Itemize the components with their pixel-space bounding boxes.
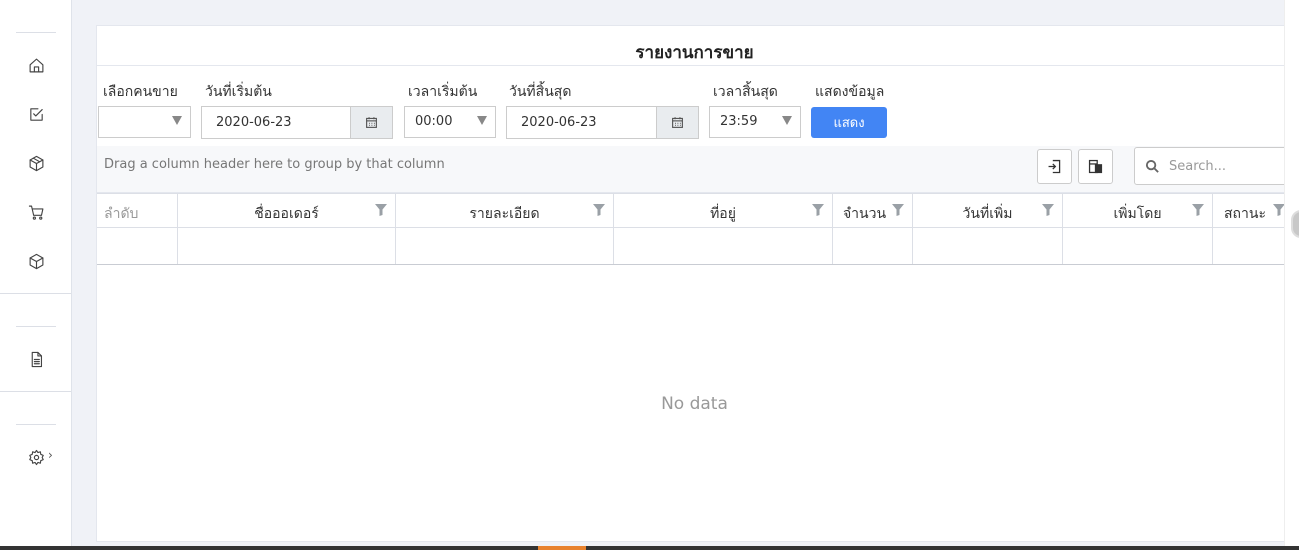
home-icon[interactable] — [26, 55, 46, 75]
scroll-handle[interactable] — [1291, 210, 1299, 238]
filter-icon[interactable] — [891, 203, 905, 217]
filter-icon[interactable] — [811, 203, 825, 217]
title-row: รายงานการขาย — [97, 26, 1292, 66]
show-data-label: แสดงข้อมูล — [815, 84, 885, 100]
settings-icon[interactable] — [26, 447, 46, 467]
start-time-select[interactable]: 00:00 — [404, 106, 496, 138]
seller-select[interactable] — [98, 106, 191, 138]
document-icon[interactable] — [26, 349, 46, 369]
checklist-icon[interactable] — [26, 104, 46, 124]
dropdown-arrow-icon — [477, 116, 487, 125]
column-chooser-button[interactable] — [1078, 149, 1113, 184]
taskbar — [0, 546, 1299, 550]
filter-icon[interactable] — [374, 203, 388, 217]
seller-label: เลือกคนขาย — [103, 84, 178, 100]
filter-row — [97, 228, 1292, 265]
dropdown-arrow-icon — [172, 116, 182, 125]
page-title: รายงานการขาย — [635, 43, 754, 63]
end-time-select[interactable]: 23:59 — [709, 106, 801, 138]
box-icon[interactable] — [26, 153, 46, 173]
table-header: ลำดับ ชื่อออเดอร์ รายละเอียด ที่อยู่ จำน… — [97, 193, 1292, 228]
filter-cell[interactable] — [396, 228, 614, 264]
column-header-order-name[interactable]: ชื่อออเดอร์ — [178, 194, 396, 228]
group-panel-hint: Drag a column header here to group by th… — [104, 157, 445, 172]
filter-icon[interactable] — [1191, 203, 1205, 217]
sidebar-divider — [0, 391, 71, 392]
export-button[interactable] — [1037, 149, 1072, 184]
no-data-message: No data — [661, 394, 728, 414]
filter-icon[interactable] — [592, 203, 606, 217]
column-chooser-icon — [1088, 159, 1103, 174]
cart-icon[interactable] — [26, 202, 46, 222]
dropdown-arrow-icon — [782, 116, 792, 125]
search-icon — [1145, 159, 1159, 173]
grid-search[interactable] — [1134, 147, 1293, 185]
sidebar-divider — [16, 32, 56, 33]
sales-report-panel: รายงานการขาย เลือกคนขาย วันที่เริ่มต้น เ… — [96, 25, 1293, 542]
end-time-label: เวลาสิ้นสุด — [713, 84, 778, 100]
start-date-input[interactable]: 2020-06-23 — [201, 106, 393, 139]
end-date-input[interactable]: 2020-06-23 — [506, 106, 699, 139]
package-icon[interactable] — [26, 251, 46, 271]
start-date-label: วันที่เริ่มต้น — [205, 84, 272, 100]
filter-cell[interactable] — [97, 228, 178, 264]
filter-icon[interactable] — [1041, 203, 1055, 217]
sidebar-divider — [0, 293, 71, 294]
taskbar-active-indicator — [538, 546, 586, 550]
column-header-quantity[interactable]: จำนวน — [833, 194, 913, 228]
chevron-right-icon[interactable]: › — [48, 448, 53, 462]
filter-cell[interactable] — [913, 228, 1063, 264]
filter-cell[interactable] — [178, 228, 396, 264]
sidebar-divider — [16, 326, 56, 327]
start-time-label: เวลาเริ่มต้น — [408, 84, 478, 100]
calendar-icon[interactable] — [656, 107, 698, 138]
calendar-icon[interactable] — [350, 107, 392, 138]
column-header-index[interactable]: ลำดับ — [97, 194, 178, 228]
column-header-address[interactable]: ที่อยู่ — [614, 194, 833, 228]
export-icon — [1048, 159, 1061, 174]
filter-cell[interactable] — [1063, 228, 1213, 264]
column-header-details[interactable]: รายละเอียด — [396, 194, 614, 228]
filter-cell[interactable] — [833, 228, 913, 264]
column-header-status[interactable]: สถานะ — [1213, 194, 1293, 228]
right-edge-panel — [1284, 0, 1299, 550]
sidebar-divider — [16, 424, 56, 425]
show-button[interactable]: แสดง — [811, 107, 887, 138]
sidebar: › — [0, 0, 72, 550]
end-date-label: วันที่สิ้นสุด — [509, 84, 572, 100]
column-header-date-added[interactable]: วันที่เพิ่ม — [913, 194, 1063, 228]
filter-cell[interactable] — [1213, 228, 1293, 264]
search-input[interactable] — [1169, 156, 1287, 176]
column-header-added-by[interactable]: เพิ่มโดย — [1063, 194, 1213, 228]
filter-cell[interactable] — [614, 228, 833, 264]
